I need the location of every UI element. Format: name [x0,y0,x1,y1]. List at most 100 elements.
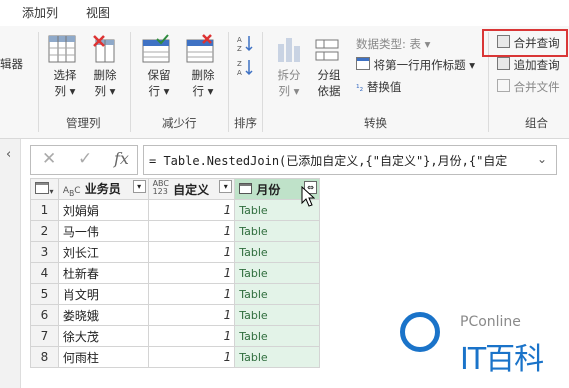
custom-cell[interactable]: 1 [147,304,236,326]
formula-text: = Table.NestedJoin(已添加自定义,{"自定义"},月份,{"自… [149,154,508,168]
table-row[interactable]: 5 肖文明 1 Table [30,283,320,305]
custom-cell[interactable]: 1 [147,325,236,347]
split-column-label: 拆分 [277,68,301,82]
row-number[interactable]: 4 [30,262,59,284]
group-by-label-2: 依据 [317,84,341,98]
divider [262,32,263,132]
keep-rows-icon [142,34,170,63]
data-type-dropdown[interactable]: 数据类型: 表 ▾ [356,36,430,52]
combine-files-label: 合并文件 [513,80,560,94]
replace-values-button[interactable]: ¹₂ 替换值 [356,79,401,95]
transform-group-label: 转换 [364,116,387,130]
column-header-label: 自定义 [173,183,210,197]
sort-descending-button[interactable]: Z A [236,58,254,79]
table-menu-button[interactable]: ▾ [30,178,59,200]
custom-cell[interactable]: 1 [147,199,236,221]
table-row[interactable]: 8 何雨柱 1 Table [30,346,320,368]
salesperson-cell[interactable]: 刘娟娟 [57,199,149,221]
salesperson-cell[interactable]: 何雨柱 [57,346,149,368]
salesperson-cell[interactable]: 徐大茂 [57,325,149,347]
table-row[interactable]: 3 刘长江 1 Table [30,241,320,263]
filter-dropdown-icon[interactable]: ▾ [132,180,146,194]
append-queries-icon [497,57,510,70]
month-table-cell[interactable]: Table [234,262,320,284]
month-table-cell[interactable]: Table [234,220,320,242]
editor-button-label[interactable]: 辑器 [0,56,23,72]
row-number[interactable]: 1 [30,199,59,221]
watermark-site: IT百科 [460,342,544,377]
tab-add-column[interactable]: 添加列 [22,4,58,21]
month-table-cell[interactable]: Table [234,346,320,368]
row-number[interactable]: 5 [30,283,59,305]
row-number[interactable]: 6 [30,304,59,326]
month-table-cell[interactable]: Table [234,283,320,305]
divider [130,32,131,132]
salesperson-cell[interactable]: 马一伟 [57,220,149,242]
header-row: ▾ ABC 业务员 ▾ ABC 123 自定义 ▾ 月份 ⇔ [30,178,320,200]
group-by-label: 分组 [317,68,341,82]
select-columns-icon [48,35,76,63]
cancel-formula-icon[interactable]: ✕ [42,149,56,169]
select-columns-label: 选择 [53,68,77,82]
sort-group-label: 排序 [234,116,257,130]
queries-pane-collapsed: ‹ [0,139,21,388]
salesperson-cell[interactable]: 娄晓娥 [57,304,149,326]
row-number[interactable]: 8 [30,346,59,368]
sort-ascending-button[interactable]: A Z [236,34,254,55]
watermark-brand: PConline [460,314,521,330]
salesperson-cell[interactable]: 肖文明 [57,283,149,305]
custom-cell[interactable]: 1 [147,283,236,305]
month-table-cell[interactable]: Table [234,325,320,347]
keep-rows-button[interactable]: 保留 行 ▾ [140,34,178,99]
group-by-button[interactable]: 分组 依据 [312,34,346,99]
append-queries-button[interactable]: 追加查询 [497,57,560,73]
split-column-label-2: 列 [278,84,291,98]
row-number[interactable]: 2 [30,220,59,242]
select-columns-label-2: 列 [54,84,67,98]
mouse-cursor-icon [301,186,315,207]
combine-files-button[interactable]: 合并文件 [497,79,560,95]
expand-pane-chevron-icon[interactable]: ‹ [6,147,11,162]
column-header-salesperson[interactable]: ABC 业务员 ▾ [57,178,149,200]
remove-rows-button[interactable]: 删除 行 ▾ [184,34,222,99]
merge-queries-highlight [482,29,568,57]
row-number[interactable]: 7 [30,325,59,347]
watermark: PConline IT百科 [396,304,569,388]
salesperson-cell[interactable]: 杜新春 [57,262,149,284]
column-header-custom[interactable]: ABC 123 自定义 ▾ [147,178,236,200]
table-row[interactable]: 1 刘娟娟 1 Table [30,199,320,221]
table-row[interactable]: 6 娄晓娥 1 Table [30,304,320,326]
any-type-icon: ABC 123 [152,179,169,196]
month-table-cell[interactable]: Table [234,304,320,326]
function-icon[interactable]: fx [114,149,129,168]
remove-columns-icon [93,35,115,63]
expand-formula-chevron-icon[interactable]: ⌄ [537,152,547,166]
filter-dropdown-icon[interactable]: ▾ [219,180,233,193]
divider [38,32,39,132]
confirm-formula-icon[interactable]: ✓ [78,149,92,169]
custom-cell[interactable]: 1 [147,346,236,368]
remove-columns-label-2: 列 [94,84,107,98]
remove-columns-button[interactable]: 删除 列 ▾ [88,34,122,99]
table-row[interactable]: 2 马一伟 1 Table [30,220,320,242]
use-first-row-as-headers-button[interactable]: 将第一行用作标题 ▾ [356,57,475,73]
custom-cell[interactable]: 1 [147,241,236,263]
table-row[interactable]: 7 徐大茂 1 Table [30,325,320,347]
select-columns-button[interactable]: 选择 列 ▾ [46,34,84,99]
column-header-label: 月份 [256,182,281,197]
custom-cell[interactable]: 1 [147,262,236,284]
row-number[interactable]: 3 [30,241,59,263]
custom-cell[interactable]: 1 [147,220,236,242]
formula-input[interactable]: = Table.NestedJoin(已添加自定义,{"自定义"},月份,{"自… [143,145,557,175]
salesperson-cell[interactable]: 刘长江 [57,241,149,263]
remove-columns-label: 删除 [93,68,117,82]
table-row[interactable]: 4 杜新春 1 Table [30,262,320,284]
data-grid: ▾ ABC 业务员 ▾ ABC 123 自定义 ▾ 月份 ⇔ 1 刘娟娟 1 Table… [30,178,320,368]
sort-descending-icon: Z A [237,60,253,77]
month-table-cell[interactable]: Table [234,241,320,263]
replace-values-label: 替换值 [366,80,402,94]
text-type-icon: ABC [62,186,81,198]
tab-view[interactable]: 视图 [86,4,110,21]
split-column-button[interactable]: 拆分 列 ▾ [272,34,306,99]
table-type-icon [239,182,253,194]
